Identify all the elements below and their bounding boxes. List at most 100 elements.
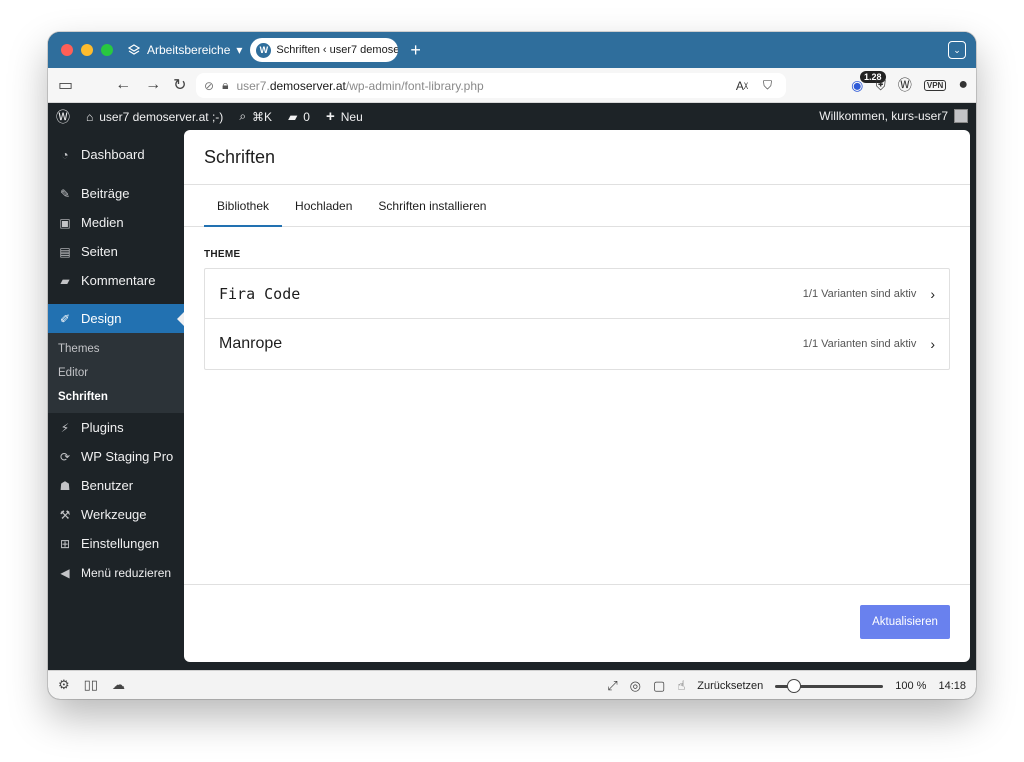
lock-icon: 🔒︎: [222, 78, 229, 92]
search-icon: ⌕: [239, 109, 247, 123]
tab-install-fonts[interactable]: Schriften installieren: [365, 185, 499, 226]
address-field[interactable]: ⊘ 🔒︎ user7.demoserver.at/wp-admin/font-l…: [196, 73, 786, 98]
status-right-controls: ⤢ ◎ ▢ ☝ Zurücksetzen 100 % 14:18: [607, 678, 966, 694]
workspaces-label: Arbeitsbereiche: [147, 43, 231, 57]
font-list: Fira Code 1/1 Varianten sind aktiv › Man…: [204, 268, 950, 370]
bookmark-icon[interactable]: ⛉: [763, 78, 772, 93]
sidebar-item-label: Menü reduzieren: [81, 565, 172, 580]
wallet-icon[interactable]: Ⓦ: [898, 75, 912, 95]
design-submenu: Themes Editor Schriften: [48, 333, 184, 413]
sidebar-item-tools[interactable]: ⚒ Werkzeuge: [48, 500, 184, 529]
reader-icon[interactable]: ▢: [653, 678, 665, 694]
submenu-item-editor[interactable]: Editor: [48, 361, 184, 385]
sidebar-item-media[interactable]: ▣ Medien: [48, 208, 184, 237]
wordpress-logo-icon[interactable]: Ⓦ: [56, 107, 70, 127]
workspaces-button[interactable]: Arbeitsbereiche ▾: [127, 43, 242, 57]
vpn-button[interactable]: VPN: [923, 79, 947, 91]
reset-zoom-button[interactable]: Zurücksetzen: [697, 680, 763, 692]
sidebar-item-label: Dashboard: [81, 147, 145, 162]
zoom-level: 100 %: [895, 680, 927, 692]
font-item-manrope[interactable]: Manrope 1/1 Varianten sind aktiv ›: [205, 319, 949, 369]
brush-icon: ✐: [59, 311, 71, 326]
close-window-button[interactable]: [61, 44, 73, 56]
new-content-button[interactable]: + Neu: [326, 108, 363, 125]
sidebar-item-label: Plugins: [81, 420, 124, 435]
reload-icon[interactable]: ↻: [173, 75, 186, 95]
font-library-tabs: Bibliothek Hochladen Schriften installie…: [184, 185, 970, 227]
minimize-window-button[interactable]: [81, 44, 93, 56]
sidebar-item-posts[interactable]: ✎ Beiträge: [48, 179, 184, 208]
browser-window: Arbeitsbereiche ▾ W Schriften ‹ user7 de…: [48, 32, 976, 699]
collapse-icon: ◀: [60, 565, 70, 580]
cloud-icon[interactable]: ☁: [112, 677, 125, 693]
sidebar-item-plugins[interactable]: ⚡︎ Plugins: [48, 413, 184, 442]
command-search-button[interactable]: ⌕ ⌘K: [239, 109, 272, 124]
sync-icon: ⟳: [59, 449, 71, 464]
page-title: Schriften: [184, 130, 970, 185]
chevron-down-icon: ⌄: [953, 44, 961, 55]
tab-overview-button[interactable]: ⌄: [948, 41, 966, 59]
submenu-item-fonts[interactable]: Schriften: [48, 385, 184, 409]
sidebar-item-label: Benutzer: [81, 478, 134, 493]
panels-icon[interactable]: ▯▯: [84, 677, 98, 693]
plus-icon: +: [325, 108, 335, 125]
status-left-icons: ⚙ ▯▯ ☁: [58, 677, 125, 693]
sidebar-item-label: Medien: [81, 215, 124, 230]
chevron-right-icon: ›: [930, 285, 935, 302]
browser-tab-active[interactable]: W Schriften ‹ user7 demoser: [250, 38, 399, 62]
settings-gear-icon[interactable]: ⚙: [58, 677, 70, 693]
comment-icon: ▰: [288, 109, 298, 124]
section-label: THEME: [204, 249, 241, 260]
sidebar-item-dashboard[interactable]: ◔ Dashboard: [48, 140, 184, 169]
font-item-fira-code[interactable]: Fira Code 1/1 Varianten sind aktiv ›: [205, 269, 949, 319]
sidebar-item-settings[interactable]: ⊞ Einstellungen: [48, 529, 184, 558]
site-name-link[interactable]: ⌂ user7 demoserver.at ;-): [86, 110, 223, 124]
dashboard-icon: ◔: [61, 147, 69, 162]
update-button[interactable]: Aktualisieren: [860, 605, 950, 639]
tab-library[interactable]: Bibliothek: [204, 185, 283, 227]
submenu-item-themes[interactable]: Themes: [48, 337, 184, 361]
sidebar-item-users[interactable]: ☗ Benutzer: [48, 471, 184, 500]
pointer-icon[interactable]: ☝: [677, 678, 685, 694]
admin-sidebar: ◔ Dashboard ✎ Beiträge ▣ Medien ▤ Seiten ▰ Ko…: [48, 130, 184, 668]
sidebar-item-wp-staging[interactable]: ⟳ WP Staging Pro: [48, 442, 184, 471]
settings-icon: ⊞: [59, 536, 71, 551]
sidebar-item-label: Kommentare: [81, 273, 156, 288]
maximize-window-button[interactable]: [101, 44, 113, 56]
forward-arrow-icon[interactable]: →: [145, 76, 161, 94]
expand-icon[interactable]: ⤢: [607, 678, 617, 694]
sidebar-item-label: Einstellungen: [81, 536, 160, 551]
clock: 14:18: [938, 680, 966, 692]
home-icon: ⌂: [86, 109, 94, 124]
tracking-shield-icon[interactable]: ⊘: [204, 79, 214, 93]
url-host: demoserver.at: [269, 78, 346, 93]
profile-icon[interactable]: ●: [958, 76, 968, 94]
comments-count: 0: [303, 109, 310, 124]
window-controls: [61, 44, 113, 56]
sidebar-item-design[interactable]: ✐ Design: [48, 304, 184, 333]
sidebar-item-pages[interactable]: ▤ Seiten: [48, 237, 184, 266]
font-library-modal: Schriften Bibliothek Hochladen Schriften…: [184, 130, 970, 662]
shield-icon[interactable]: ⛨: [875, 77, 886, 94]
zoom-slider-knob[interactable]: [787, 678, 802, 693]
media-icon: ▣: [59, 215, 71, 230]
account-menu[interactable]: Willkommen, kurs-user7: [819, 109, 968, 123]
capture-icon[interactable]: ◎: [630, 678, 641, 694]
browser-status-bar: ⚙ ▯▯ ☁ ⤢ ◎ ▢ ☝ Zurücksetzen 100 % 14:18: [48, 670, 976, 699]
zoom-slider[interactable]: [775, 678, 884, 693]
pin-icon: ✎: [59, 186, 71, 201]
back-arrow-icon[interactable]: ←: [115, 76, 131, 94]
url-prefix: user7.: [236, 78, 270, 93]
comments-link[interactable]: ▰ 0: [288, 110, 310, 124]
sidebar-item-comments[interactable]: ▰ Kommentare: [48, 266, 184, 295]
translate-icon[interactable]: Aᵡ: [736, 79, 748, 93]
sidebar-toggle-icon[interactable]: ▭: [58, 75, 73, 95]
new-tab-button[interactable]: +: [410, 41, 421, 59]
tab-upload[interactable]: Hochladen: [282, 185, 365, 226]
modal-footer: Aktualisieren: [184, 584, 970, 662]
sidebar-item-label: Beiträge: [81, 186, 130, 201]
font-status: 1/1 Varianten sind aktiv: [802, 287, 917, 300]
collapse-menu-button[interactable]: ◀ Menü reduzieren: [48, 558, 184, 587]
extension-icon[interactable]: ◉: [851, 77, 863, 94]
site-name: user7 demoserver.at ;-): [99, 109, 224, 124]
